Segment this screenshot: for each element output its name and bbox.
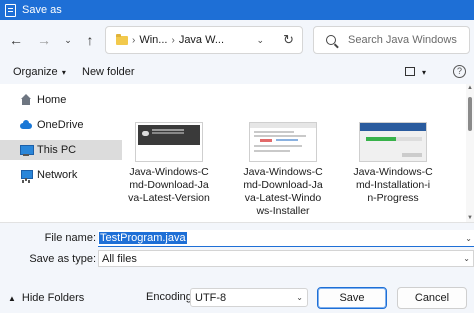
encoding-value: UTF-8 [195,291,227,304]
scrollbar-thumb[interactable] [468,97,472,131]
navigation-pane: Home OneDrive This PC Network [0,84,122,222]
chevron-down-icon: ⌄ [463,254,470,263]
command-bar: Organize ▾ New folder ▾ ? [0,62,474,84]
title-bar: Save as [0,0,474,20]
file-name-text: Java-Windows-C md-Installation-i n-Progr… [353,166,433,204]
organize-button[interactable]: Organize ▾ [13,66,66,78]
file-name-label: File name: [44,232,96,244]
file-name-label: Java-Windows-C md-Installation-i n-Progr… [352,166,434,205]
file-name-label: Java-Windows-C md-Download-Ja va-Latest-… [128,166,210,205]
network-icon [20,169,33,181]
sidebar-item-this-pc[interactable]: This PC [0,140,122,160]
hide-folders-button[interactable]: ▲ Hide Folders [8,292,84,304]
refresh-icon[interactable]: ↻ [283,32,294,48]
view-dropdown-icon[interactable]: ▾ [422,68,426,77]
cloud-icon [20,119,32,131]
chevron-down-icon[interactable]: ⌄ [465,234,472,243]
organize-label: Organize [13,66,58,78]
arrow-right-icon: → [37,32,51,48]
navigation-bar: ← → ⌄ ↑ › Win... › Java W... ⌄ ↻ Search … [0,20,474,62]
scroll-down-icon[interactable]: ▼ [466,215,474,221]
folder-icon [116,33,128,45]
sidebar-item-label: Home [37,94,67,106]
breadcrumb-separator-icon: › [171,34,175,46]
view-icon[interactable] [405,67,415,76]
address-dropdown-icon[interactable]: ⌄ [256,35,264,46]
file-item[interactable]: Java-Windows-C md-Download-Ja va-Latest-… [242,122,324,218]
save-type-value: All files [102,252,137,265]
window-title: Save as [22,4,62,16]
recent-locations-button[interactable]: ⌄ [58,30,78,50]
file-thumbnail [249,122,317,162]
chevron-down-icon: ▾ [59,68,66,77]
save-type-select[interactable]: All files ⌄ [98,250,474,267]
file-item[interactable]: Java-Windows-C md-Download-Ja va-Latest-… [128,122,210,205]
file-name-text: Java-Windows-C md-Download-Ja va-Latest-… [128,166,210,204]
help-icon[interactable]: ? [453,65,466,78]
file-name-input[interactable]: TestProgram.java ⌄ [98,230,474,247]
chevron-down-icon: ⌄ [64,34,72,45]
arrow-up-icon: ↑ [86,32,94,48]
chevron-down-icon: ⌄ [296,293,303,302]
search-box[interactable]: Search Java Windows [313,26,470,54]
back-button[interactable]: ← [6,30,26,50]
search-icon [326,35,336,45]
scroll-up-icon[interactable]: ▲ [466,85,474,91]
breadcrumb-item[interactable]: Java W... [179,34,224,46]
file-item[interactable]: Java-Windows-C md-Installation-i n-Progr… [352,122,434,205]
vertical-scrollbar[interactable]: ▲ ▼ [466,84,474,222]
notepad-icon [5,3,16,17]
hide-folders-label: Hide Folders [21,292,85,304]
file-name-label: Java-Windows-C md-Download-Ja va-Latest-… [242,166,324,218]
encoding-label: Encoding: [146,291,195,303]
file-list: Java-Windows-C md-Download-Ja va-Latest-… [122,84,466,222]
sidebar-item-label: Network [37,169,78,181]
thumbnail-image [138,125,200,145]
dialog-footer: ▲ Hide Folders Encoding: UTF-8 ⌄ Save Ca… [0,272,474,313]
new-folder-button[interactable]: New folder [82,66,135,78]
search-placeholder: Search Java Windows [348,34,457,46]
save-fields: File name: TestProgram.java ⌄ Save as ty… [0,222,474,272]
cancel-button[interactable]: Cancel [397,287,467,309]
home-icon [20,94,32,106]
file-thumbnail [135,122,203,162]
file-thumbnail [359,122,427,162]
sidebar-item-onedrive[interactable]: OneDrive [0,115,122,135]
pc-icon [20,144,34,156]
sidebar-item-label: OneDrive [37,119,84,131]
encoding-select[interactable]: UTF-8 ⌄ [190,288,308,307]
up-button[interactable]: ↑ [80,30,100,50]
breadcrumb-item[interactable]: Win... [139,34,167,46]
address-bar[interactable]: › Win... › Java W... ⌄ ↻ [105,26,303,54]
save-type-label: Save as type: [29,253,96,265]
file-name-value: TestProgram.java [99,232,187,244]
breadcrumb-separator-icon: › [132,34,136,46]
sidebar-item-label: This PC [37,144,77,156]
sidebar-item-home[interactable]: Home [0,90,122,110]
save-button[interactable]: Save [317,287,387,309]
arrow-left-icon: ← [9,32,23,48]
file-name-text: Java-Windows-C md-Download-Ja va-Latest-… [243,166,323,217]
sidebar-item-network[interactable]: Network [0,165,122,185]
chevron-up-icon: ▲ [8,293,16,303]
forward-button[interactable]: → [34,30,54,50]
